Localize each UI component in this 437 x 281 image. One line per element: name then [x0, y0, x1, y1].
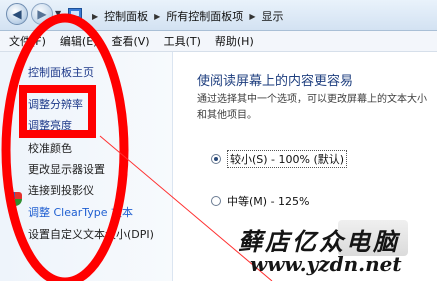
- watermark-url: www.yzdn.net: [250, 252, 402, 276]
- control-panel-icon: [68, 8, 82, 19]
- sidebar-item-brightness[interactable]: 调整亮度: [28, 117, 72, 133]
- breadcrumb-all-items[interactable]: 所有控制面板项: [166, 8, 243, 24]
- forward-arrow-icon: ▶: [37, 7, 47, 21]
- sidebar-item-custom-dpi[interactable]: 设置自定义文本大小(DPI): [28, 226, 154, 242]
- breadcrumb-display[interactable]: 显示: [261, 8, 283, 24]
- option-label: 较小(S) - 100% (默认): [227, 150, 348, 168]
- option-smaller[interactable]: 较小(S) - 100% (默认): [211, 150, 348, 168]
- breadcrumb-separator-icon: ▶: [154, 11, 161, 21]
- menu-help[interactable]: 帮助(H): [215, 33, 254, 49]
- sidebar-item-projector[interactable]: 连接到投影仪: [28, 182, 94, 198]
- address-bar: ◀ ▶ ▼ ▶ 控制面板 ▶ 所有控制面板项 ▶ 显示: [0, 0, 437, 31]
- sidebar-item-home[interactable]: 控制面板主页: [28, 64, 94, 80]
- page-title: 使阅读屏幕上的内容更容易: [197, 74, 354, 89]
- radio-button-icon[interactable]: [211, 196, 221, 206]
- sidebar-item-resolution[interactable]: 调整分辨率: [28, 96, 83, 112]
- option-label: 中等(M) - 125%: [227, 195, 310, 208]
- back-arrow-icon: ◀: [12, 7, 22, 21]
- radio-button-icon[interactable]: [211, 154, 221, 164]
- forward-button[interactable]: ▶: [31, 3, 53, 25]
- menu-edit[interactable]: 编辑(E): [60, 33, 98, 49]
- back-button[interactable]: ◀: [6, 3, 28, 25]
- windows-shield-icon: [8, 192, 22, 206]
- menu-file[interactable]: 文件(F): [9, 33, 46, 49]
- sidebar: 控制面板主页 调整分辨率 调整亮度 校准颜色 更改显示器设置 连接到投影仪 调整…: [0, 52, 173, 281]
- menu-bar: 文件(F) 编辑(E) 查看(V) 工具(T) 帮助(H): [0, 31, 437, 52]
- sidebar-item-display-settings[interactable]: 更改显示器设置: [28, 161, 105, 177]
- breadcrumb: ▶ 控制面板 ▶ 所有控制面板项 ▶ 显示: [86, 8, 283, 24]
- breadcrumb-control-panel[interactable]: 控制面板: [104, 8, 148, 24]
- history-dropdown-icon[interactable]: ▼: [55, 9, 61, 18]
- sidebar-item-calibrate-color[interactable]: 校准颜色: [28, 140, 72, 156]
- breadcrumb-separator-icon: ▶: [249, 11, 256, 21]
- menu-view[interactable]: 查看(V): [111, 33, 149, 49]
- menu-tools[interactable]: 工具(T): [164, 33, 201, 49]
- option-medium[interactable]: 中等(M) - 125%: [211, 193, 309, 209]
- sidebar-item-cleartype[interactable]: 调整 ClearType 文本: [28, 204, 133, 220]
- page-description: 通过选择其中一个选项，可以更改屏幕上的文本大小和其他项目。: [197, 94, 427, 121]
- breadcrumb-separator-icon: ▶: [92, 11, 99, 21]
